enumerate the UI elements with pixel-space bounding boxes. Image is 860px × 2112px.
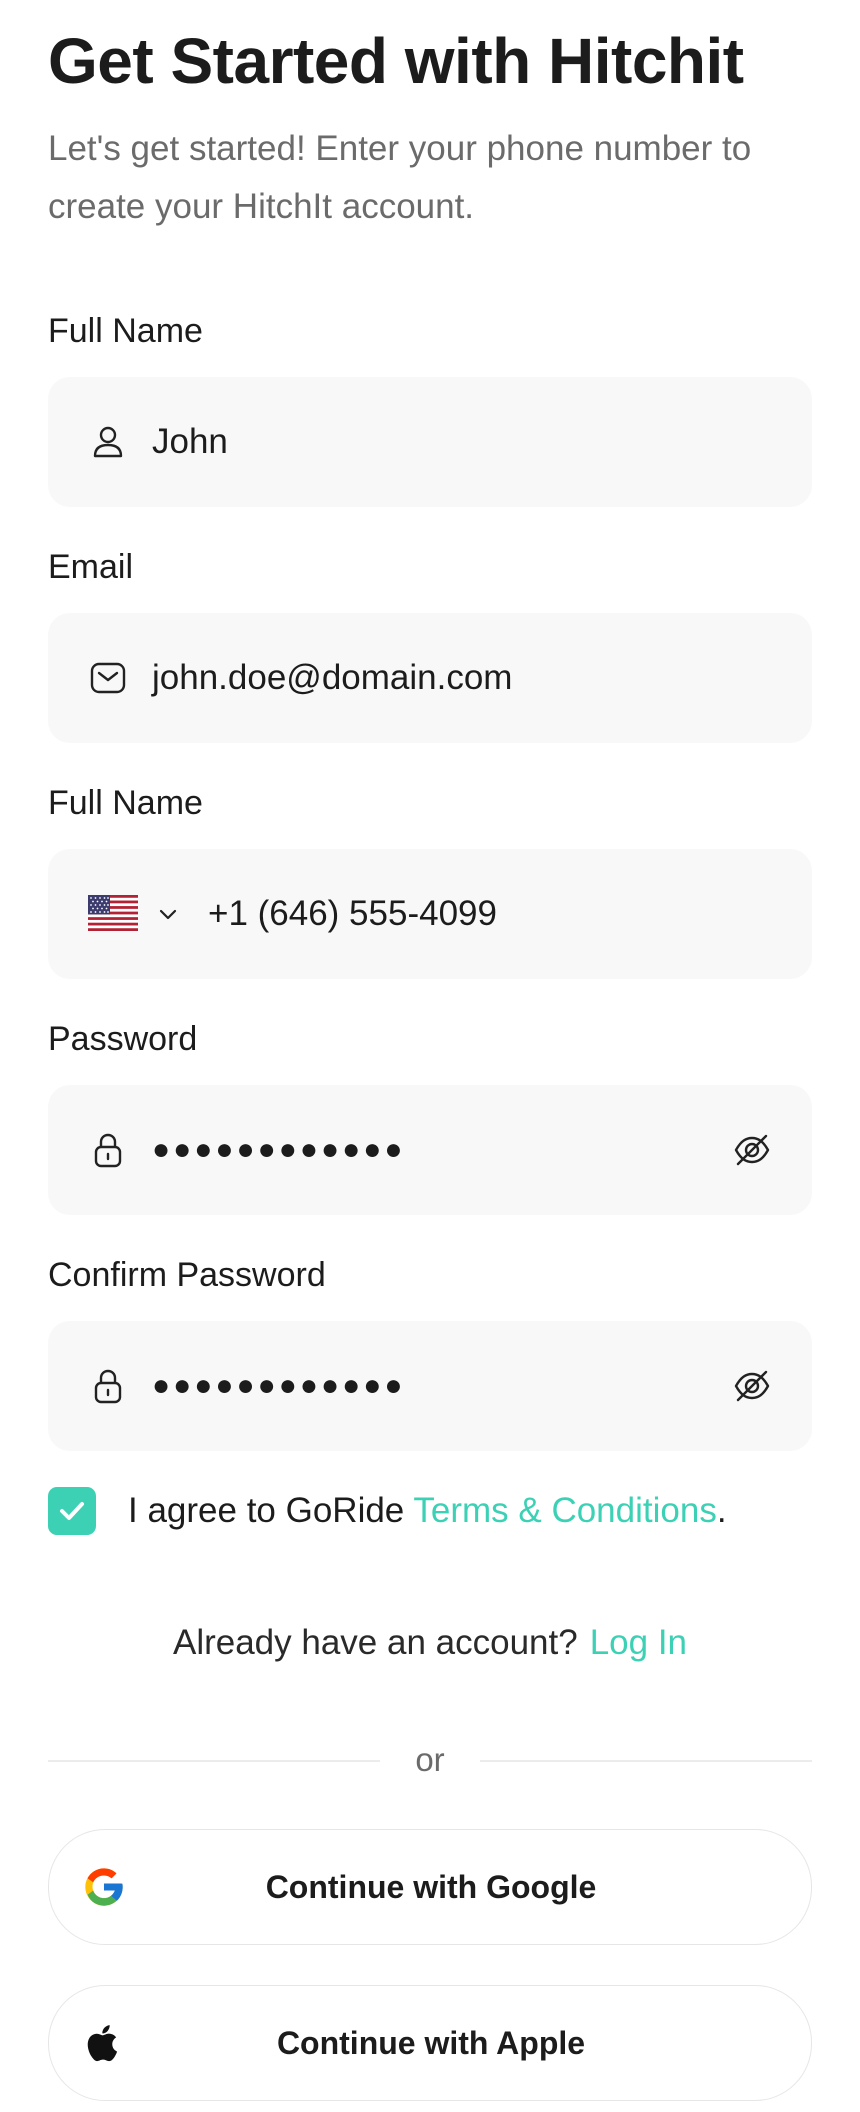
terms-suffix: . <box>716 1491 727 1530</box>
apple-button-label: Continue with Apple <box>276 2025 586 2061</box>
password-label: Password <box>48 1020 198 1058</box>
terms-link[interactable]: Terms & Conditions <box>413 1491 716 1530</box>
password-field[interactable]: ●●●●●●●●●●●● <box>48 1085 812 1215</box>
login-prompt: Already have an account? Log In <box>48 1618 812 1668</box>
lock-icon <box>94 1369 122 1404</box>
confirm-password-label: Confirm Password <box>48 1256 326 1294</box>
login-link[interactable]: Log In <box>590 1623 687 1662</box>
page-title: Get Started with Hitchit <box>48 25 744 97</box>
terms-checkbox[interactable] <box>48 1487 96 1535</box>
lock-icon <box>94 1133 122 1168</box>
email-label: Email <box>48 548 134 586</box>
continue-with-apple-button[interactable]: Continue with Apple <box>48 1985 812 2101</box>
phone-input[interactable]: +1 (646) 555-4099 <box>208 849 497 979</box>
divider-text: or <box>415 1741 445 1778</box>
email-field[interactable]: john.doe@domain.com <box>48 613 812 743</box>
page-subtitle: Let's get started! Enter your phone numb… <box>48 129 752 226</box>
user-icon <box>93 426 123 458</box>
us-flag-icon[interactable] <box>88 895 138 931</box>
terms-prefix: I agree to GoRide <box>128 1491 414 1530</box>
terms-agreement: I agree to GoRide Terms & Conditions. <box>48 1487 812 1537</box>
continue-with-google-button[interactable]: Continue with Google <box>48 1829 812 1945</box>
email-input[interactable]: john.doe@domain.com <box>152 613 512 743</box>
phone-field[interactable]: +1 (646) 555-4099 <box>48 849 812 979</box>
confirm-password-input[interactable]: ●●●●●●●●●●●● <box>152 1321 405 1451</box>
confirm-password-field[interactable]: ●●●●●●●●●●●● <box>48 1321 812 1451</box>
chevron-down-icon[interactable] <box>156 902 180 926</box>
password-input[interactable]: ●●●●●●●●●●●● <box>152 1085 405 1215</box>
mail-icon <box>90 662 126 694</box>
check-icon <box>60 1502 84 1520</box>
full-name-input[interactable]: John <box>152 377 228 507</box>
full-name-field[interactable]: John <box>48 377 812 507</box>
login-prompt-text: Already have an account? <box>172 1623 578 1662</box>
google-button-label: Continue with Google <box>265 1869 597 1905</box>
phone-label: Full Name <box>48 784 203 822</box>
eye-off-icon[interactable] <box>732 1130 772 1170</box>
eye-off-icon[interactable] <box>732 1366 772 1406</box>
or-divider: or <box>48 1740 812 1780</box>
terms-text: I agree to GoRide Terms & Conditions. <box>128 1487 727 1535</box>
full-name-label: Full Name <box>48 312 203 350</box>
